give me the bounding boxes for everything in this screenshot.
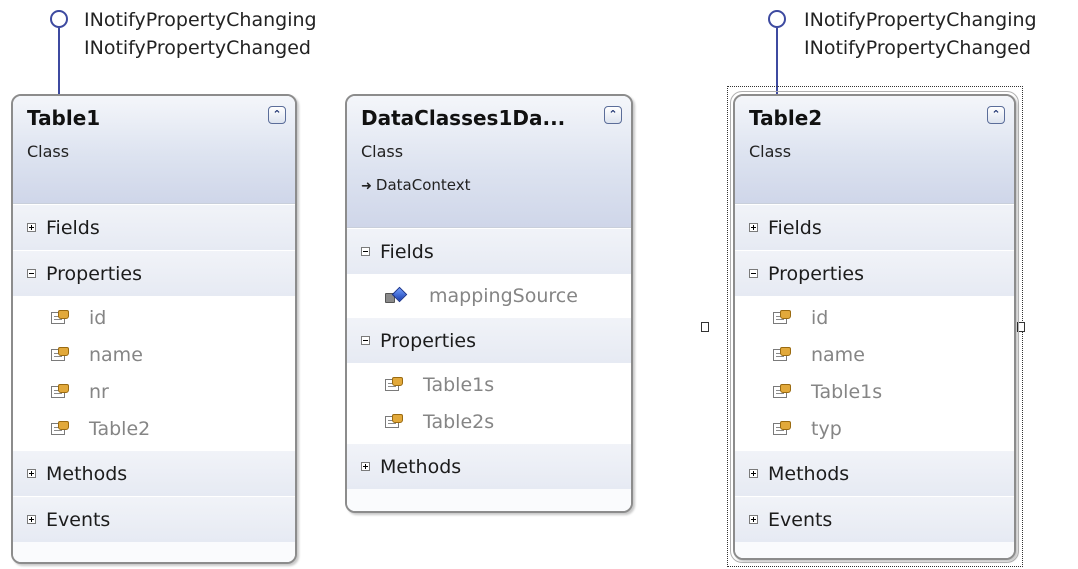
member-name: Table2 [89, 417, 151, 440]
section-events[interactable]: Events [13, 496, 295, 542]
class-shape-table1[interactable]: Table1 ⌃ Class Fields Properties id name… [11, 94, 297, 564]
member-property[interactable]: name [13, 336, 295, 373]
member-name: nr [89, 380, 109, 403]
interface-connector-line [776, 28, 778, 94]
class-name: DataClasses1Da... [361, 106, 566, 130]
member-property[interactable]: nr [13, 373, 295, 410]
double-chevron-up-icon[interactable]: ⌃ [604, 106, 622, 124]
class-stereotype: Class [361, 142, 404, 161]
class-footer [13, 542, 295, 562]
member-property[interactable]: Table2 [13, 410, 295, 447]
member-property[interactable]: id [13, 299, 295, 336]
member-name: mappingSource [429, 284, 578, 307]
plus-box-icon[interactable] [27, 223, 36, 232]
member-name: id [89, 306, 107, 329]
base-class-name: DataContext [375, 176, 471, 194]
section-label: Properties [46, 262, 143, 285]
section-label: Fields [380, 240, 434, 263]
fields-list: mappingSource [347, 274, 631, 317]
section-label: Methods [380, 455, 462, 478]
interface-names: INotifyPropertyChanging INotifyPropertyC… [804, 6, 1037, 62]
section-methods[interactable]: Methods [13, 450, 295, 496]
minus-box-icon[interactable] [361, 336, 370, 345]
member-name: Table2s [423, 410, 495, 433]
section-fields[interactable]: Fields [13, 204, 295, 250]
member-property[interactable]: Table2s [347, 403, 631, 440]
selection-inner-outline [730, 91, 1019, 563]
class-shape-dataclasses[interactable]: DataClasses1Da... ⌃ Class ➜ DataContext F… [345, 94, 633, 513]
class-name: Table1 [27, 106, 101, 130]
plus-box-icon[interactable] [27, 515, 36, 524]
property-icon [51, 421, 69, 436]
properties-list: id name nr Table2 [13, 296, 295, 450]
section-properties[interactable]: Properties [347, 317, 631, 363]
interface-name: INotifyPropertyChanged [804, 37, 1031, 59]
property-icon [51, 384, 69, 399]
minus-box-icon[interactable] [361, 247, 370, 256]
property-icon [51, 310, 69, 325]
interface-name: INotifyPropertyChanging [84, 9, 317, 31]
class-stereotype: Class [27, 142, 70, 161]
section-fields[interactable]: Fields [347, 228, 631, 274]
double-chevron-up-icon[interactable]: ⌃ [268, 106, 286, 124]
member-property[interactable]: Table1s [347, 366, 631, 403]
plus-box-icon[interactable] [361, 462, 370, 471]
properties-list: Table1s Table2s [347, 363, 631, 443]
class-header[interactable]: DataClasses1Da... ⌃ Class ➜ DataContext [347, 96, 631, 228]
plus-box-icon[interactable] [27, 469, 36, 478]
base-class[interactable]: ➜ DataContext [361, 176, 470, 194]
inheritance-arrow-icon: ➜ [361, 179, 372, 194]
interface-connector-line [58, 28, 60, 94]
member-name: name [89, 343, 143, 366]
lollipop-icon [50, 10, 68, 28]
property-icon [51, 347, 69, 362]
class-header[interactable]: Table1 ⌃ Class [13, 96, 295, 204]
section-label: Fields [46, 216, 100, 239]
property-icon [385, 377, 403, 392]
interface-names: INotifyPropertyChanging INotifyPropertyC… [84, 6, 317, 62]
interface-name: INotifyPropertyChanging [804, 9, 1037, 31]
section-label: Methods [46, 462, 128, 485]
section-methods[interactable]: Methods [347, 443, 631, 489]
minus-box-icon[interactable] [27, 269, 36, 278]
section-properties[interactable]: Properties [13, 250, 295, 296]
resize-handle-left[interactable] [701, 322, 709, 332]
section-label: Properties [380, 329, 477, 352]
section-label: Events [46, 508, 111, 531]
lollipop-icon [768, 10, 786, 28]
interface-name: INotifyPropertyChanged [84, 37, 311, 59]
member-field[interactable]: mappingSource [347, 277, 631, 314]
class-footer [347, 489, 631, 511]
property-icon [385, 414, 403, 429]
member-name: Table1s [423, 373, 495, 396]
private-field-icon [385, 286, 408, 304]
